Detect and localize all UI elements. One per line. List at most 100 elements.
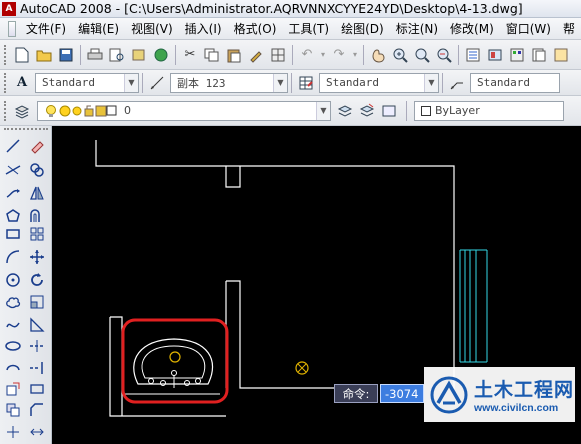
line-icon[interactable] xyxy=(3,136,23,156)
command-input[interactable]: -3074 xyxy=(380,384,424,403)
make-object-layer-current-icon[interactable] xyxy=(335,101,355,121)
pan-realtime-icon[interactable] xyxy=(368,45,388,65)
multileader-style-icon[interactable] xyxy=(447,73,467,93)
new-icon[interactable] xyxy=(12,45,32,65)
text-style-select[interactable]: Standard ▼ xyxy=(35,72,139,93)
array-icon[interactable] xyxy=(27,224,47,244)
document-menu-icon[interactable] xyxy=(8,20,16,37)
menu-tools[interactable]: 工具(T) xyxy=(282,20,335,37)
rotate-icon[interactable] xyxy=(27,270,47,290)
sheet-set-icon[interactable] xyxy=(529,45,549,65)
polyline-icon[interactable] xyxy=(3,183,23,203)
mirror-icon[interactable] xyxy=(27,183,47,203)
toolbar-grip[interactable] xyxy=(4,72,7,93)
make-block-icon[interactable] xyxy=(3,400,23,420)
chamfer-icon[interactable] xyxy=(27,400,47,420)
3d-dwf-icon[interactable] xyxy=(151,45,171,65)
zoom-realtime-icon[interactable] xyxy=(390,45,410,65)
menu-format[interactable]: 格式(O) xyxy=(228,20,283,37)
erase-icon[interactable] xyxy=(27,136,47,156)
basin-knob-3 xyxy=(184,380,190,386)
zoom-window-icon[interactable] xyxy=(412,45,432,65)
insert-block-icon[interactable] xyxy=(3,379,23,399)
scale-icon[interactable] xyxy=(27,292,47,312)
toolbar-separator xyxy=(291,72,292,93)
ellipse-icon[interactable] xyxy=(3,336,23,356)
block-editor-icon[interactable] xyxy=(268,45,288,65)
toolbar-grip[interactable] xyxy=(4,44,7,65)
design-center-icon[interactable] xyxy=(485,45,505,65)
layer-select[interactable]: 0 ▼ xyxy=(37,100,331,121)
stretch-icon[interactable] xyxy=(27,315,47,335)
spline-icon[interactable] xyxy=(3,315,23,335)
basin-knob-left xyxy=(148,378,154,384)
table-style-select[interactable]: Standard ▼ xyxy=(319,72,439,93)
offset-icon[interactable] xyxy=(27,206,47,226)
text-style-icon[interactable]: A xyxy=(12,73,32,93)
layer-states-icon[interactable] xyxy=(379,101,399,121)
markup-set-icon[interactable] xyxy=(551,45,571,65)
move-icon[interactable] xyxy=(27,247,47,267)
menu-help[interactable]: 帮 xyxy=(557,20,581,37)
text-style-value: Standard xyxy=(42,76,95,89)
undo-icon[interactable]: ↶ xyxy=(297,45,317,65)
copy-object-icon[interactable] xyxy=(27,160,47,180)
trim-icon[interactable] xyxy=(27,336,47,356)
layer-properties-icon[interactable] xyxy=(12,101,32,121)
properties-icon[interactable] xyxy=(463,45,483,65)
chevron-down-icon[interactable]: ▼ xyxy=(316,101,330,120)
ellipse-arc-icon[interactable] xyxy=(3,358,23,378)
tool-palettes-icon[interactable] xyxy=(507,45,527,65)
undo-dropdown-icon[interactable]: ▾ xyxy=(319,45,327,65)
menu-dimension[interactable]: 标注(N) xyxy=(390,20,444,37)
print-icon[interactable] xyxy=(85,45,105,65)
palette-grip[interactable] xyxy=(4,128,48,131)
menu-bar: 文件(F) 编辑(E) 视图(V) 插入(I) 格式(O) 工具(T) 绘图(D… xyxy=(0,18,581,40)
chevron-down-icon[interactable]: ▼ xyxy=(273,73,287,92)
redo-icon[interactable]: ↷ xyxy=(329,45,349,65)
watermark-url: www.civilcn.com xyxy=(474,402,559,414)
print-preview-icon[interactable] xyxy=(107,45,127,65)
zoom-previous-icon[interactable] xyxy=(434,45,454,65)
explode-icon[interactable] xyxy=(27,422,47,442)
construction-line-icon[interactable] xyxy=(3,160,23,180)
toolbar-separator xyxy=(458,44,459,65)
publish-icon[interactable] xyxy=(129,45,149,65)
layer-state-icons[interactable] xyxy=(44,103,120,119)
standard-toolbar: ✂ ↶ ▾ ↷ ▾ xyxy=(0,40,581,70)
menu-insert[interactable]: 插入(I) xyxy=(179,20,228,37)
save-icon[interactable] xyxy=(56,45,76,65)
civilcn-logo-icon xyxy=(430,376,468,413)
menu-modify[interactable]: 修改(M) xyxy=(444,20,500,37)
layer-previous-icon[interactable] xyxy=(357,101,377,121)
menu-edit[interactable]: 编辑(E) xyxy=(72,20,125,37)
menu-draw[interactable]: 绘图(D) xyxy=(335,20,390,37)
open-icon[interactable] xyxy=(34,45,54,65)
match-properties-icon[interactable] xyxy=(246,45,266,65)
extend-icon[interactable] xyxy=(27,358,47,378)
dimension-style-icon[interactable] xyxy=(147,73,167,93)
rectangle-icon[interactable] xyxy=(3,224,23,244)
table-style-icon[interactable] xyxy=(296,73,316,93)
paste-icon[interactable] xyxy=(224,45,244,65)
chevron-down-icon[interactable]: ▼ xyxy=(424,73,438,92)
point-icon[interactable] xyxy=(3,422,23,442)
polygon-icon[interactable] xyxy=(3,206,23,226)
circle-icon[interactable] xyxy=(3,270,23,290)
multileader-style-select[interactable]: Standard xyxy=(470,72,560,93)
color-control-select[interactable]: ByLayer xyxy=(414,100,564,121)
color-control-value: ByLayer xyxy=(435,104,480,117)
copy-icon[interactable] xyxy=(202,45,222,65)
break-icon[interactable] xyxy=(27,379,47,399)
revision-cloud-icon[interactable] xyxy=(3,292,23,312)
redo-dropdown-icon[interactable]: ▾ xyxy=(351,45,359,65)
menu-window[interactable]: 窗口(W) xyxy=(500,20,557,37)
dimension-style-select[interactable]: 副本 123 ▼ xyxy=(170,72,288,93)
menu-view[interactable]: 视图(V) xyxy=(125,20,179,37)
cut-icon[interactable]: ✂ xyxy=(180,45,200,65)
menu-file[interactable]: 文件(F) xyxy=(20,20,72,37)
arc-icon[interactable] xyxy=(3,247,23,267)
toolbar-grip[interactable] xyxy=(4,100,7,121)
faucet-head xyxy=(171,370,177,376)
chevron-down-icon[interactable]: ▼ xyxy=(124,73,138,92)
